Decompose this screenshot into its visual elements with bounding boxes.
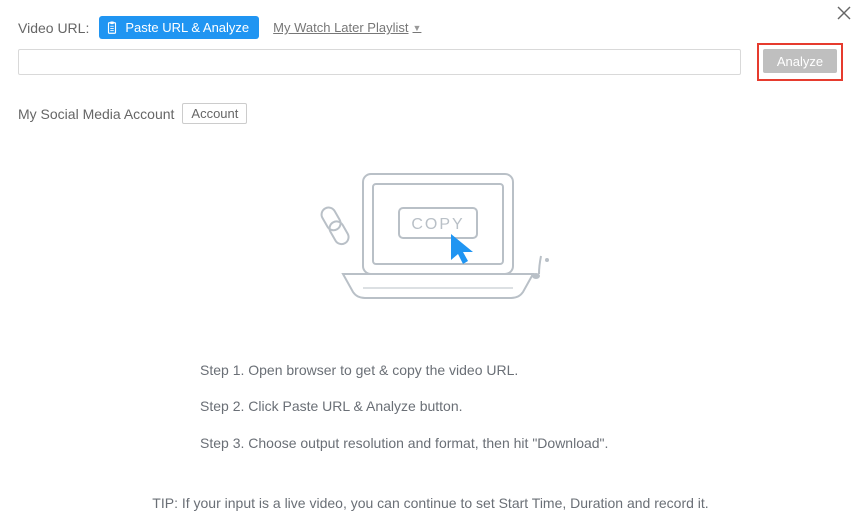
steps-list: Step 1. Open browser to get & copy the v… [0,352,861,461]
video-url-label: Video URL: [18,20,89,36]
analyze-button[interactable]: Analyze [763,49,837,73]
analyze-highlight: Analyze [757,43,843,81]
step-1: Step 1. Open browser to get & copy the v… [200,352,861,388]
watch-later-label: My Watch Later Playlist [273,20,408,35]
svg-text:COPY: COPY [411,216,464,233]
copy-illustration: COPY [0,164,861,314]
close-icon[interactable] [837,6,851,20]
paste-url-analyze-button[interactable]: Paste URL & Analyze [99,16,259,39]
social-account-label: My Social Media Account [18,106,174,122]
chevron-down-icon: ▼ [413,23,422,33]
step-3: Step 3. Choose output resolution and for… [200,425,861,461]
watch-later-playlist-link[interactable]: My Watch Later Playlist ▼ [273,20,421,35]
step-2: Step 2. Click Paste URL & Analyze button… [200,388,861,424]
tip-text: TIP: If your input is a live video, you … [0,495,861,511]
clipboard-icon [105,21,119,35]
account-button[interactable]: Account [182,103,247,124]
video-url-input[interactable] [18,49,741,75]
paste-button-label: Paste URL & Analyze [125,20,249,35]
